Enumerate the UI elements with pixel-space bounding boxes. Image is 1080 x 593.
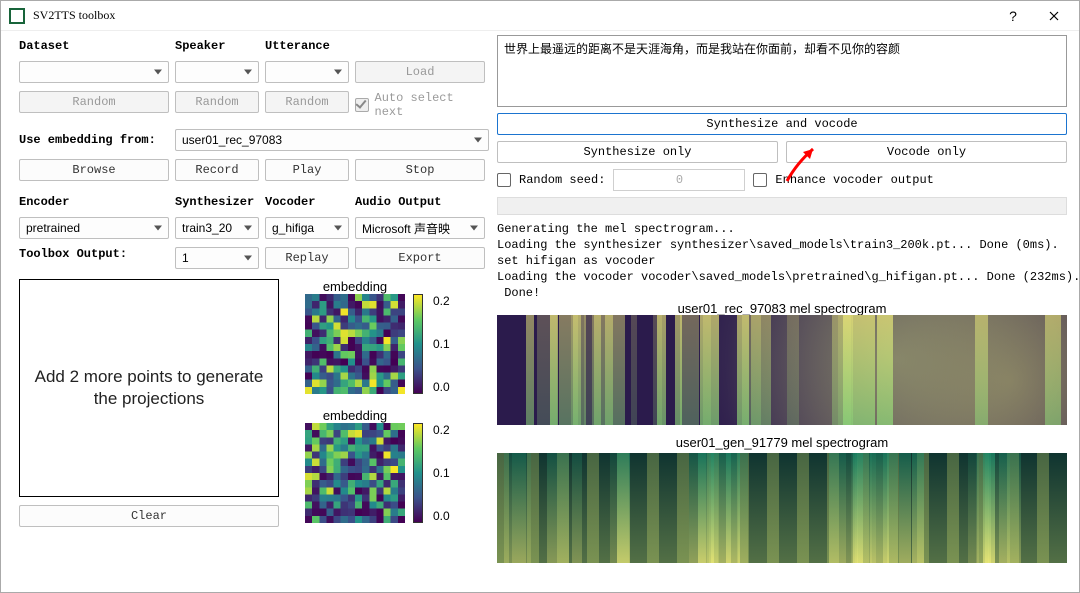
help-button[interactable]: ? [995, 1, 1031, 31]
embedding1-heatmap [305, 294, 405, 394]
random-dataset-button[interactable]: Random [19, 91, 169, 113]
toolbox-output-label: Toolbox Output: [19, 247, 169, 269]
load-button[interactable]: Load [355, 61, 485, 83]
label-audio-output: Audio Output [355, 195, 485, 209]
close-button[interactable] [1031, 1, 1077, 31]
embeddings-column: embedding 0.20.10.0 embedding 0.20.10. [305, 279, 450, 527]
projection-message: Add 2 more points to generate the projec… [30, 366, 268, 410]
utterance-select[interactable] [265, 61, 349, 83]
vocoder-select[interactable]: g_hifiga [265, 217, 349, 239]
speaker-select[interactable] [175, 61, 259, 83]
audio-output-select[interactable]: Microsoft 声音映 [355, 217, 485, 239]
encoder-select[interactable]: pretrained [19, 217, 169, 239]
random-seed-label: Random seed: [519, 173, 605, 187]
label-utterance: Utterance [265, 39, 349, 53]
label-synthesizer: Synthesizer [175, 195, 259, 209]
title-bar: SV2TTS toolbox ? [1, 1, 1079, 31]
spec1-title: user01_rec_97083 mel spectrogram [497, 301, 1067, 315]
left-panel: Dataset Speaker Utterance Load Random Ra… [19, 35, 489, 527]
synthesize-and-vocode-button[interactable]: Synthesize and vocode [497, 113, 1067, 135]
export-button[interactable]: Export [355, 247, 485, 269]
clear-button[interactable]: Clear [19, 505, 279, 527]
embedding2-colorbar [413, 423, 423, 523]
use-embedding-select[interactable]: user01_rec_97083 [175, 129, 489, 151]
label-dataset: Dataset [19, 39, 169, 53]
auto-select-next-checkbox[interactable] [355, 98, 369, 112]
random-seed-checkbox[interactable] [497, 173, 511, 187]
replay-button[interactable]: Replay [265, 247, 349, 269]
spec2-title: user01_gen_91779 mel spectrogram [497, 435, 1067, 453]
app-icon [9, 8, 25, 24]
embedding1-title: embedding [305, 279, 405, 294]
random-seed-input[interactable]: 0 [613, 169, 745, 191]
random-utterance-button[interactable]: Random [265, 91, 349, 113]
dataset-select[interactable] [19, 61, 169, 83]
vocode-only-button[interactable]: Vocode only [786, 141, 1067, 163]
enhance-vocoder-checkbox[interactable] [753, 173, 767, 187]
use-embedding-label: Use embedding from: [19, 133, 169, 147]
mel-spectrogram-1 [497, 315, 1067, 425]
input-text-value: 世界上最遥远的距离不是天涯海角，而是我站在你面前，却看不见你的容颜 [504, 42, 900, 56]
embedding2-ticks: 0.20.10.0 [431, 423, 450, 523]
play-button[interactable]: Play [265, 159, 349, 181]
mel-spectrogram-2 [497, 453, 1067, 563]
auto-select-next-label: Auto select next [375, 91, 486, 119]
progress-bar [497, 197, 1067, 215]
label-vocoder: Vocoder [265, 195, 349, 209]
label-encoder: Encoder [19, 195, 169, 209]
browse-button[interactable]: Browse [19, 159, 169, 181]
toolbox-output-select[interactable]: 1 [175, 247, 259, 269]
window-title: SV2TTS toolbox [33, 8, 995, 23]
synthesize-only-button[interactable]: Synthesize only [497, 141, 778, 163]
embedding2-title: embedding [305, 408, 405, 423]
embedding2-heatmap [305, 423, 405, 523]
input-text-area[interactable]: 世界上最遥远的距离不是天涯海角，而是我站在你面前，却看不见你的容颜 [497, 35, 1067, 107]
random-speaker-button[interactable]: Random [175, 91, 259, 113]
content-area: Dataset Speaker Utterance Load Random Ra… [1, 33, 1079, 592]
label-speaker: Speaker [175, 39, 259, 53]
projection-panel: Add 2 more points to generate the projec… [19, 279, 279, 497]
annotation-arrow-icon [779, 143, 827, 186]
log-output: Generating the mel spectrogram... Loadin… [497, 221, 1067, 301]
synthesizer-select[interactable]: train3_20 [175, 217, 259, 239]
embedding1-colorbar [413, 294, 423, 394]
embedding1-ticks: 0.20.10.0 [431, 294, 450, 394]
stop-button[interactable]: Stop [355, 159, 485, 181]
right-panel: 世界上最遥远的距离不是天涯海角，而是我站在你面前，却看不见你的容颜 Synthe… [497, 35, 1067, 563]
app-window: SV2TTS toolbox ? Dataset Speaker Utteran… [0, 0, 1080, 593]
use-embedding-value: user01_rec_97083 [182, 133, 282, 147]
record-button[interactable]: Record [175, 159, 259, 181]
